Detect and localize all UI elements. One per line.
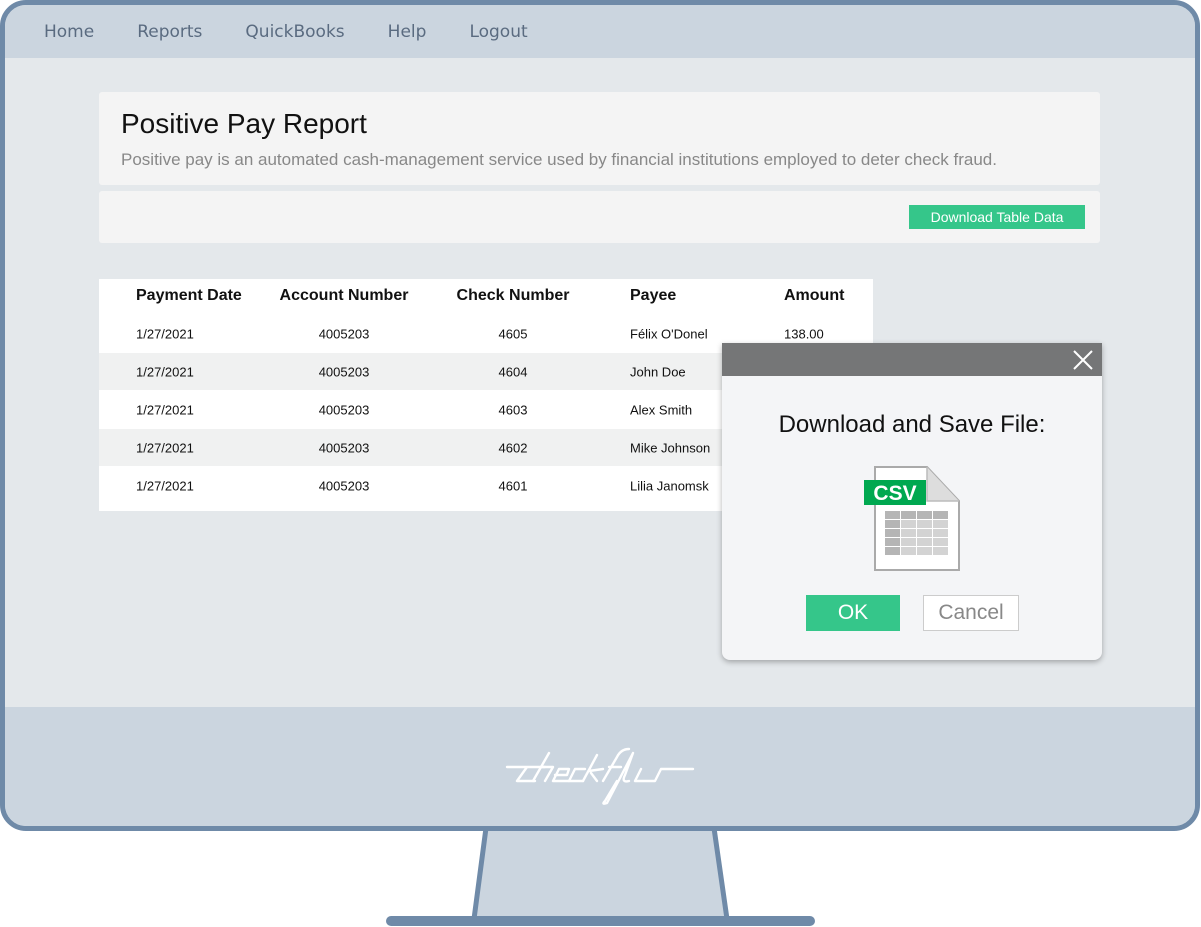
table-cell: 4005203 (318, 364, 370, 379)
table-cell: Félix O'Donel (630, 326, 708, 341)
nav-logout[interactable]: Logout (469, 22, 527, 42)
table-cell: 4605 (498, 326, 528, 341)
report-header: Positive Pay Report Positive pay is an a… (99, 92, 1100, 185)
table-cell: 4005203 (318, 326, 370, 341)
table-cell: John Doe (630, 364, 686, 379)
csv-badge: CSV (873, 482, 916, 505)
ok-button[interactable]: OK (806, 595, 900, 631)
checkflo-logo (505, 747, 695, 805)
column-header: Payment Date (136, 287, 242, 304)
download-dialog: Download and Save File: CSV OK Cancel (722, 343, 1102, 660)
page-title: Positive Pay Report (121, 108, 367, 139)
toolbar: Download Table Data (99, 191, 1100, 243)
table-cell: 4604 (498, 364, 528, 379)
table-cell: 4602 (498, 440, 528, 455)
dialog-header (722, 343, 1102, 376)
nav-home[interactable]: Home (44, 22, 94, 42)
table-cell: 1/27/2021 (136, 326, 194, 341)
column-header: Account Number (279, 287, 409, 304)
table-cell: Mike Johnson (630, 440, 711, 455)
page-subtitle: Positive pay is an automated cash-manage… (121, 150, 997, 169)
table-cell: Lilia Janomsk (630, 478, 709, 493)
dialog-title: Download and Save File: (778, 411, 1046, 438)
download-table-data-button[interactable]: Download Table Data (909, 205, 1085, 229)
monitor-chin (5, 707, 1195, 826)
table-cell: 1/27/2021 (136, 478, 194, 493)
close-icon[interactable] (1072, 349, 1094, 371)
column-header: Amount (784, 287, 845, 304)
table-cell: 1/27/2021 (136, 402, 194, 417)
nav-reports[interactable]: Reports (137, 22, 202, 42)
cancel-button[interactable]: Cancel (923, 595, 1019, 631)
csv-file-icon: CSV (864, 466, 960, 571)
column-header: Payee (630, 287, 677, 304)
table-cell: 4005203 (318, 478, 370, 493)
top-nav: Home Reports QuickBooks Help Logout (5, 5, 1195, 58)
table-cell: Alex Smith (630, 402, 693, 417)
table-cell: 4601 (498, 478, 528, 493)
table-cell: 4005203 (318, 402, 370, 417)
table-cell: 1/27/2021 (136, 440, 194, 455)
table-header: Payment Date Account Number Check Number… (99, 279, 873, 313)
nav-quickbooks[interactable]: QuickBooks (245, 22, 344, 42)
table-cell: 138.00 (784, 326, 824, 341)
column-header: Check Number (456, 287, 570, 304)
table-cell: 4005203 (318, 440, 370, 455)
table-cell: 1/27/2021 (136, 364, 194, 379)
nav-help[interactable]: Help (388, 22, 427, 42)
table-cell: 4603 (498, 402, 528, 417)
